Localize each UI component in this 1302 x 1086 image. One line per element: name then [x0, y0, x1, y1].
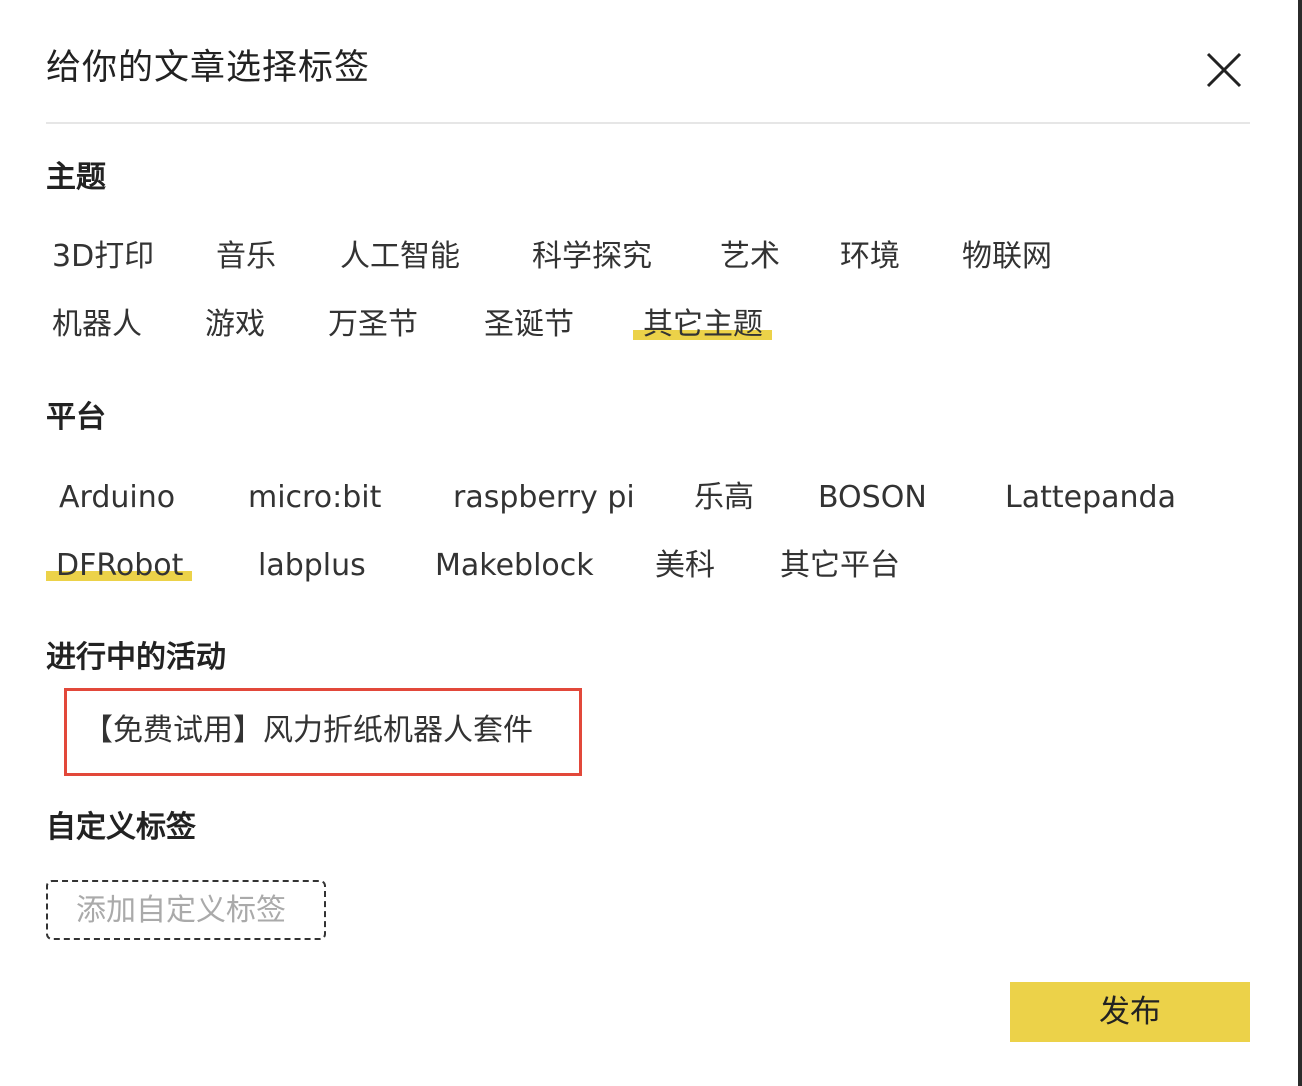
tag-makeblock[interactable]: Makeblock — [435, 546, 594, 586]
section-title-platform: 平台 — [46, 400, 106, 435]
tag-3d-printing[interactable]: 3D打印 — [52, 237, 154, 277]
tag-halloween[interactable]: 万圣节 — [328, 305, 418, 345]
tag-art[interactable]: 艺术 — [720, 237, 780, 277]
tag-raspberry-pi[interactable]: raspberry pi — [453, 478, 635, 518]
tag-environment[interactable]: 环境 — [840, 237, 900, 277]
tag-other-theme-selected[interactable]: 其它主题 — [633, 305, 772, 345]
tag-lattepanda[interactable]: Lattepanda — [1005, 478, 1176, 518]
close-icon — [1206, 52, 1242, 88]
section-title-custom: 自定义标签 — [46, 810, 196, 845]
custom-tag-input[interactable] — [46, 880, 326, 940]
activity-item-label: 【免费试用】风力折纸机器人套件 — [83, 713, 533, 748]
dialog-title: 给你的文章选择标签 — [46, 48, 371, 88]
tag-science[interactable]: 科学探究 — [532, 237, 652, 277]
tag-music[interactable]: 音乐 — [216, 237, 276, 277]
close-button[interactable] — [1204, 50, 1244, 90]
activity-item-free-trial[interactable]: 【免费试用】风力折纸机器人套件 — [64, 688, 582, 776]
tag-lego[interactable]: 乐高 — [694, 478, 754, 518]
tag-christmas[interactable]: 圣诞节 — [484, 305, 574, 345]
tag-ai[interactable]: 人工智能 — [340, 237, 460, 277]
tag-iot[interactable]: 物联网 — [962, 237, 1052, 277]
tag-boson[interactable]: BOSON — [818, 478, 927, 518]
window-edge — [1298, 0, 1302, 1086]
header-divider — [46, 122, 1250, 124]
section-title-activity: 进行中的活动 — [46, 640, 226, 675]
tag-arduino[interactable]: Arduino — [59, 478, 175, 518]
tag-meike[interactable]: 美科 — [655, 546, 715, 586]
tag-game[interactable]: 游戏 — [205, 305, 265, 345]
tag-selection-dialog: 给你的文章选择标签 主题 3D打印 音乐 人工智能 科学探究 艺术 环境 物联网… — [0, 0, 1302, 1086]
tag-labplus[interactable]: labplus — [258, 546, 366, 586]
tag-dfrobot-selected[interactable]: DFRobot — [46, 546, 193, 586]
tag-microbit[interactable]: micro:bit — [248, 478, 381, 518]
tag-robot[interactable]: 机器人 — [52, 305, 142, 345]
tag-other-platform[interactable]: 其它平台 — [780, 546, 900, 586]
publish-button[interactable]: 发布 — [1010, 982, 1250, 1042]
section-title-theme: 主题 — [46, 160, 106, 195]
